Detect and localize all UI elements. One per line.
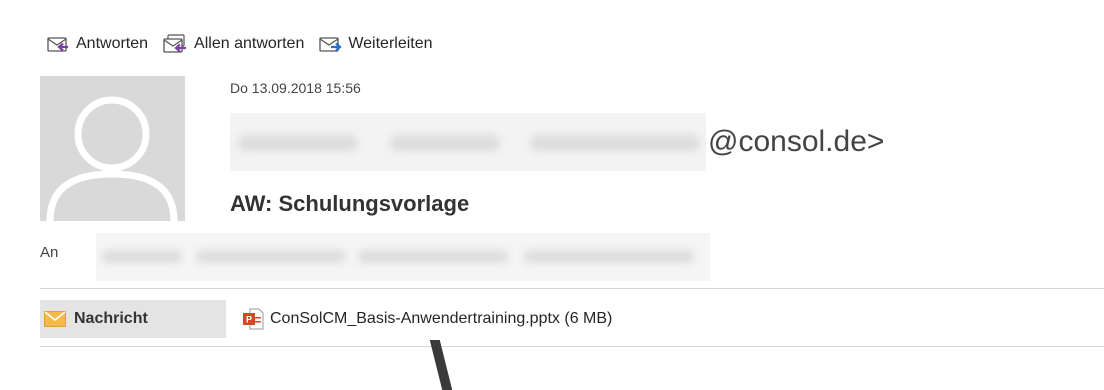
message-subject: AW: Schulungsvorlage (230, 191, 470, 216)
forward-icon (319, 37, 343, 52)
avatar-placeholder-icon (46, 96, 178, 221)
sender-name-redacted (230, 113, 706, 171)
attachments-bar: Nachricht P ConSolCM_Basis-Anwendertrain… (40, 300, 612, 338)
pen-stroke-marker (429, 340, 453, 390)
header-divider (40, 288, 1104, 289)
reply-all-icon (163, 34, 187, 53)
reading-pane-toolbar: Antworten Allen antworten Weiterleiten (46, 30, 447, 58)
pptx-file-icon: P (243, 308, 264, 330)
reply-all-label: Allen antworten (194, 35, 305, 52)
message-tab-label: Nachricht (74, 310, 148, 327)
received-date: Do 13.09.2018 15:56 (230, 80, 361, 96)
svg-text:P: P (246, 315, 252, 325)
attachment-item[interactable]: P ConSolCM_Basis-Anwendertraining.pptx (… (242, 308, 612, 330)
reply-icon (47, 37, 68, 52)
forward-label: Weiterleiten (348, 35, 433, 52)
reply-label: Antworten (76, 35, 149, 52)
forward-button[interactable]: Weiterleiten (318, 33, 433, 55)
message-tab[interactable]: Nachricht (40, 300, 226, 338)
sender-email-domain: @consol.de> (708, 125, 885, 158)
reply-all-button[interactable]: Allen antworten (162, 33, 304, 55)
sender-avatar (40, 76, 185, 221)
attachments-divider (40, 346, 1104, 347)
reply-button[interactable]: Antworten (46, 33, 148, 55)
envelope-icon (44, 311, 66, 327)
to-label: An (40, 244, 59, 261)
sender-line: @consol.de> (230, 111, 884, 173)
attachment-name: ConSolCM_Basis-Anwendertraining.pptx (6 … (270, 310, 613, 327)
recipients-redacted (96, 233, 710, 281)
